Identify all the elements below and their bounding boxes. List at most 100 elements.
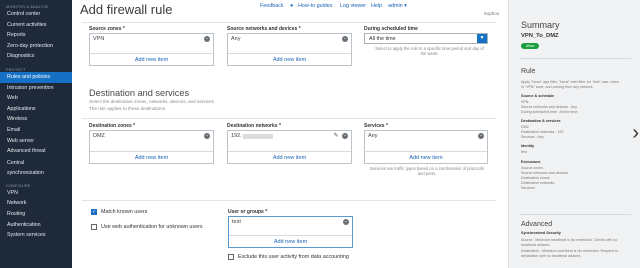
status-badge: Allow bbox=[521, 43, 539, 49]
source-networks-add-button[interactable]: Add new item bbox=[228, 53, 351, 65]
destination-zone-chip: DMZ bbox=[93, 133, 105, 139]
summary-destination-heading: Destination & services bbox=[521, 119, 561, 123]
feedback-link[interactable]: Feedback bbox=[260, 3, 284, 9]
destination-zones-label: Destination zones * bbox=[89, 123, 136, 129]
sidebar-item-web-server[interactable]: Web server bbox=[0, 136, 72, 147]
summary-destination-line: DMZ bbox=[521, 125, 529, 129]
sidebar-item-vpn[interactable]: VPN bbox=[0, 188, 72, 199]
exclude-accounting-label: Exclude this user activity from data acc… bbox=[238, 254, 349, 260]
summary-rule-line: Apply "None" app filter, "None" web filt… bbox=[521, 80, 619, 84]
source-zones-add-button[interactable]: Add new item bbox=[90, 53, 213, 65]
remove-icon[interactable]: − bbox=[478, 133, 484, 139]
schedule-label: During scheduled time bbox=[364, 26, 418, 32]
summary-exclusion-line: Destination networks bbox=[521, 181, 555, 185]
summary-title: Summary bbox=[521, 20, 560, 30]
howto-link[interactable]: How-to guides bbox=[298, 3, 332, 9]
match-known-users-checkbox[interactable]: ✓ bbox=[91, 209, 97, 215]
destination-networks-label: Destination networks * bbox=[227, 123, 281, 129]
summary-source-line: VPN bbox=[521, 100, 529, 104]
user-chip: test bbox=[232, 219, 241, 225]
destination-zones-add-button[interactable]: Add new item bbox=[90, 151, 213, 163]
sidebar-item-network[interactable]: Network bbox=[0, 198, 72, 209]
sidebar-item-central-sync[interactable]: Central synchronization bbox=[0, 157, 50, 178]
services-add-button[interactable]: Add new item bbox=[365, 151, 487, 163]
users-add-button[interactable]: Add new item bbox=[229, 235, 352, 247]
source-network-chip: Any bbox=[231, 36, 241, 42]
destination-desc-2: The rule applies to these destinations bbox=[89, 106, 166, 111]
destination-network-chip: 192. bbox=[231, 133, 242, 139]
sidebar-item-diagnostics[interactable]: Diagnostics bbox=[0, 51, 72, 62]
sidebar-item-rules-and-policies[interactable]: Rules and policies bbox=[0, 71, 72, 83]
summary-source-line: During scheduled time : All the time bbox=[521, 110, 578, 114]
sidebar-item-email[interactable]: Email bbox=[0, 125, 72, 136]
sidebar-item-routing[interactable]: Routing bbox=[0, 209, 72, 220]
users-list: test − Add new item bbox=[228, 216, 353, 248]
summary-exclusion-line: Services bbox=[521, 186, 535, 190]
summary-exclusion-line: Destination zones bbox=[521, 176, 550, 180]
destination-card: Destination zones * DMZ − Add new item D… bbox=[82, 118, 496, 180]
summary-divider bbox=[519, 214, 631, 215]
services-list: Any − Add new item bbox=[364, 130, 488, 164]
identity-card: ✓ Match known users Use web authenticati… bbox=[82, 200, 496, 268]
web-auth-label: Use web authentication for unknown users bbox=[101, 224, 203, 230]
summary-sync-line: heartbeat allowed. bbox=[521, 243, 551, 247]
sidebar-item-applications[interactable]: Applications bbox=[0, 104, 72, 115]
match-known-users-label: Match known users bbox=[101, 209, 148, 215]
schedule-help-text: Select to apply the rule to a specific t… bbox=[375, 46, 484, 56]
destination-section-title: Destination and services bbox=[89, 88, 190, 98]
logviewer-link[interactable]: Log viewer bbox=[340, 3, 366, 9]
summary-advanced-heading: Advanced bbox=[521, 221, 553, 228]
summary-exclusions-heading: Exclusions bbox=[521, 160, 541, 164]
summary-source-heading: Source & schedule bbox=[521, 94, 555, 98]
sidebar-item-reports[interactable]: Reports bbox=[0, 30, 72, 41]
sidebar-item-authentication[interactable]: Authentication bbox=[0, 220, 72, 231]
org-label: Sophos bbox=[483, 11, 499, 16]
edit-icon[interactable]: ✎ bbox=[333, 133, 339, 139]
help-circle-icon: ● bbox=[290, 3, 294, 9]
destination-zones-list: DMZ − Add new item bbox=[89, 130, 214, 164]
sidebar-item-control-center[interactable]: Control center bbox=[0, 9, 72, 20]
services-label: Services * bbox=[364, 123, 388, 129]
source-networks-label: Source networks and devices * bbox=[227, 26, 301, 32]
service-chip: Any bbox=[368, 133, 378, 139]
source-card: Source zones * VPN − Add new item Source… bbox=[82, 22, 496, 68]
summary-destination-line: Services : Any bbox=[521, 135, 544, 139]
summary-rule-line: in "VPN" zone, and coming from any netwo… bbox=[521, 85, 593, 89]
admin-menu[interactable]: admin ▾ bbox=[388, 3, 407, 9]
web-auth-checkbox[interactable] bbox=[91, 224, 97, 230]
remove-icon[interactable]: − bbox=[204, 36, 210, 42]
chevron-right-icon[interactable]: › bbox=[632, 122, 639, 145]
destination-networks-add-button[interactable]: Add new item bbox=[228, 151, 351, 163]
summary-sync-line: destination with no heartbeat allowed. bbox=[521, 254, 582, 258]
help-link[interactable]: Help bbox=[371, 3, 382, 9]
source-zones-label: Source zones * bbox=[89, 26, 125, 32]
chevron-down-icon[interactable]: ▼ bbox=[477, 34, 487, 43]
schedule-value: All the time bbox=[369, 36, 396, 42]
remove-icon[interactable]: − bbox=[343, 219, 349, 225]
services-help-text: Services are traffic types based on a co… bbox=[369, 166, 485, 176]
sidebar-item-current-activities[interactable]: Current activities bbox=[0, 20, 72, 31]
sidebar-item-wireless[interactable]: Wireless bbox=[0, 114, 72, 125]
schedule-select[interactable]: All the time ▼ bbox=[364, 33, 488, 44]
remove-icon[interactable]: − bbox=[342, 36, 348, 42]
summary-identity-heading: Identity bbox=[521, 144, 535, 148]
source-networks-list: Any − Add new item bbox=[227, 33, 352, 66]
summary-identity-line: test bbox=[521, 150, 527, 154]
summary-rule-heading: Rule bbox=[521, 68, 536, 75]
summary-sync-line: Source : Minimum heartbeat is No restric… bbox=[521, 238, 618, 242]
sidebar: MONITOR & ANALYZE Control center Current… bbox=[0, 0, 72, 268]
page-title: Add firewall rule bbox=[80, 2, 173, 17]
summary-sync-heading: Synchronized Security bbox=[521, 231, 561, 235]
sidebar-item-intrusion-prevention[interactable]: Intrusion prevention bbox=[0, 83, 72, 94]
sidebar-item-web[interactable]: Web bbox=[0, 93, 72, 104]
summary-sync-line: Destination : Minimum heartbeat is No re… bbox=[521, 249, 618, 253]
exclude-accounting-checkbox[interactable] bbox=[228, 254, 234, 260]
source-zones-list: VPN − Add new item bbox=[89, 33, 214, 66]
top-bar: Feedback ● How-to guides Log viewer Help… bbox=[228, 3, 508, 16]
remove-icon[interactable]: − bbox=[204, 133, 210, 139]
summary-source-line: Source networks and devices : Any bbox=[521, 105, 577, 109]
sidebar-item-advanced-threat[interactable]: Advanced threat bbox=[0, 146, 72, 157]
remove-icon[interactable]: − bbox=[342, 133, 348, 139]
sidebar-item-system-services[interactable]: System services bbox=[0, 230, 72, 241]
sidebar-item-zero-day[interactable]: Zero-day protection bbox=[0, 41, 72, 52]
